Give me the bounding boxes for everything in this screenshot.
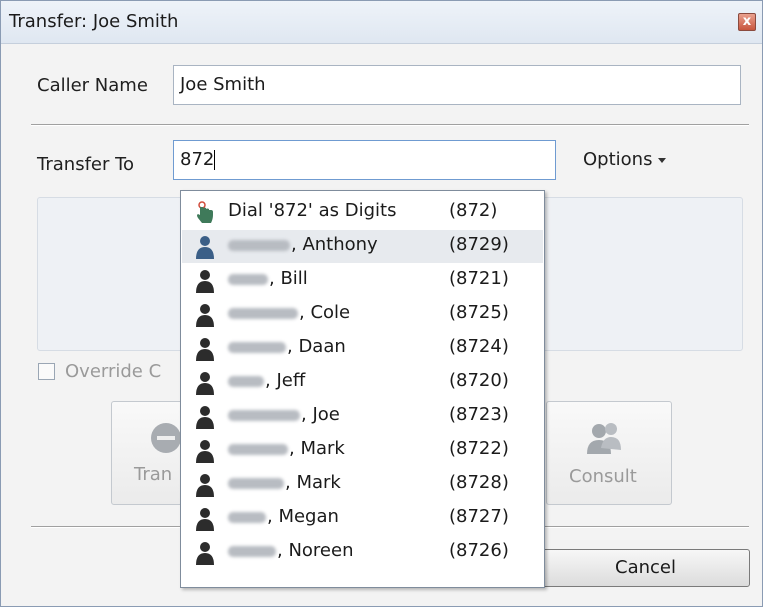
- list-item[interactable]: , Mark (8722): [182, 434, 543, 467]
- list-item-name: Dial '872' as Digits: [228, 200, 397, 221]
- list-item-name: , Noreen: [228, 540, 353, 561]
- list-item[interactable]: Dial '872' as Digits (872): [182, 196, 543, 229]
- caller-name-input[interactable]: Joe Smith: [173, 65, 741, 105]
- list-item-name: , Megan: [228, 506, 339, 527]
- list-item-extension: (8726): [449, 540, 509, 561]
- transfer-dialog: Transfer: Joe Smith x Caller Name Joe Sm…: [0, 0, 763, 607]
- chevron-down-icon: [658, 157, 667, 163]
- list-item[interactable]: , Noreen (8726): [182, 536, 543, 569]
- contact-person-icon: [196, 542, 214, 565]
- transfer-to-value: 872: [180, 149, 215, 170]
- options-label: Options: [583, 149, 653, 170]
- list-item-extension: (8723): [449, 404, 509, 425]
- text-cursor: [214, 150, 216, 170]
- autocomplete-dropdown: Dial '872' as Digits (872) , Anthony (87…: [180, 190, 545, 588]
- list-item-name: , Cole: [228, 302, 350, 323]
- list-item-extension: (8720): [449, 370, 509, 391]
- list-item-name: , Daan: [228, 336, 346, 357]
- list-item[interactable]: , Mark (8728): [182, 468, 543, 501]
- contact-person-icon: [196, 304, 214, 327]
- list-item[interactable]: , Joe (8723): [182, 400, 543, 433]
- list-item-extension: (8724): [449, 336, 509, 357]
- list-item-name: , Jeff: [228, 370, 305, 391]
- contact-person-icon: [196, 270, 214, 293]
- contact-person-icon: [196, 236, 214, 259]
- consult-button[interactable]: Consult: [546, 401, 672, 505]
- caller-name-label: Caller Name: [37, 75, 148, 96]
- close-icon[interactable]: x: [738, 13, 756, 31]
- options-menu[interactable]: Options: [583, 149, 667, 170]
- list-item-extension: (8729): [449, 234, 509, 255]
- contact-person-icon: [196, 406, 214, 429]
- list-item-extension: (8727): [449, 506, 509, 527]
- list-item-name: , Joe: [228, 404, 340, 425]
- transfer-button-label: Tran: [134, 464, 173, 485]
- override-checkbox[interactable]: [38, 363, 55, 380]
- title-bar: Transfer: Joe Smith x: [1, 1, 762, 44]
- list-item[interactable]: , Anthony (8729): [182, 230, 543, 263]
- list-item-name: , Mark: [228, 438, 345, 459]
- transfer-to-input[interactable]: 872: [173, 140, 556, 180]
- list-item[interactable]: , Daan (8724): [182, 332, 543, 365]
- list-item-extension: (8722): [449, 438, 509, 459]
- dial-hand-icon: [197, 201, 213, 223]
- list-item[interactable]: , Bill (8721): [182, 264, 543, 297]
- list-item-name: , Anthony: [228, 234, 378, 255]
- consult-people-icon: [587, 423, 621, 454]
- contact-person-icon: [196, 508, 214, 531]
- consult-button-label: Consult: [569, 466, 637, 487]
- window-title: Transfer: Joe Smith: [9, 11, 179, 32]
- list-item-extension: (872): [449, 200, 498, 221]
- list-item-extension: (8728): [449, 472, 509, 493]
- list-item-name: , Bill: [228, 268, 308, 289]
- contact-person-icon: [196, 474, 214, 497]
- list-item-name: , Mark: [228, 472, 341, 493]
- transfer-button[interactable]: Tran: [111, 401, 191, 505]
- list-item[interactable]: , Cole (8725): [182, 298, 543, 331]
- divider: [31, 124, 749, 126]
- transfer-to-label: Transfer To: [37, 154, 135, 175]
- contact-person-icon: [196, 338, 214, 361]
- contact-person-icon: [196, 372, 214, 395]
- list-item[interactable]: , Megan (8727): [182, 502, 543, 535]
- list-item-extension: (8721): [449, 268, 509, 289]
- contact-person-icon: [196, 440, 214, 463]
- transfer-icon: [151, 423, 181, 453]
- list-item-extension: (8725): [449, 302, 509, 323]
- list-item[interactable]: , Jeff (8720): [182, 366, 543, 399]
- cancel-button[interactable]: Cancel: [541, 549, 750, 587]
- override-label: Override C: [65, 361, 162, 382]
